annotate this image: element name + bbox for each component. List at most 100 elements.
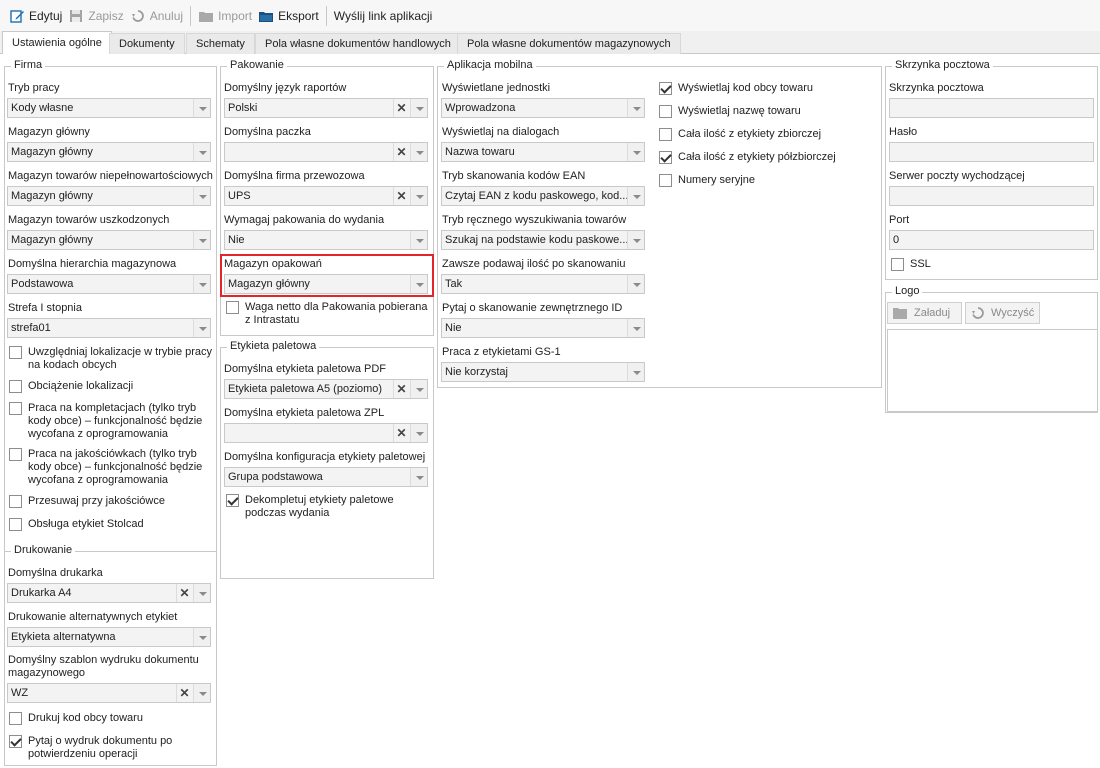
import-button[interactable]: Import xyxy=(195,4,255,28)
show-foreign-code-checkbox[interactable]: Wyświetlaj kod obcy towaru xyxy=(659,82,813,95)
chevron-down-icon[interactable] xyxy=(627,187,644,205)
clear-icon[interactable]: ✕ xyxy=(393,99,409,117)
clear-icon[interactable]: ✕ xyxy=(393,143,409,161)
chevron-down-icon[interactable] xyxy=(193,275,210,293)
checkbox[interactable] xyxy=(226,301,239,314)
units-combo[interactable]: Wprowadzona xyxy=(441,98,645,118)
chevron-down-icon[interactable] xyxy=(410,99,427,117)
hierarchy-combo[interactable]: Podstawowa xyxy=(7,274,211,294)
whole-qty-collective-checkbox[interactable]: Cała ilość z etykiety zbiorczej xyxy=(659,128,821,141)
main-warehouse-combo[interactable]: Magazyn główny xyxy=(7,142,211,162)
print-foreign-code-checkbox[interactable]: Drukuj kod obcy towaru xyxy=(9,712,214,725)
carrier-combo[interactable]: UPS ✕ xyxy=(224,186,428,206)
dialogs-combo[interactable]: Nazwa towaru xyxy=(441,142,645,162)
checkbox[interactable] xyxy=(9,518,22,531)
chevron-down-icon[interactable] xyxy=(193,684,210,702)
checkbox[interactable] xyxy=(9,735,22,748)
pallet-pdf-combo[interactable]: Etykieta paletowa A5 (poziomo) ✕ xyxy=(224,379,428,399)
chevron-down-icon[interactable] xyxy=(627,99,644,117)
kompletacje-checkbox[interactable]: Praca na kompletacjach (tylko tryb kody … xyxy=(9,402,214,441)
checkbox[interactable] xyxy=(9,346,22,359)
clear-icon[interactable]: ✕ xyxy=(393,187,409,205)
chevron-down-icon[interactable] xyxy=(193,231,210,249)
checkbox[interactable] xyxy=(9,402,22,415)
locations-codes-checkbox[interactable]: Uwzględniaj lokalizacje w trybie pracy n… xyxy=(9,346,214,372)
checkbox[interactable] xyxy=(659,82,672,95)
clear-icon[interactable]: ✕ xyxy=(393,380,409,398)
external-id-combo[interactable]: Nie xyxy=(441,318,645,338)
work-mode-combo[interactable]: Kody własne xyxy=(7,98,211,118)
checkbox[interactable] xyxy=(9,495,22,508)
ask-print-checkbox[interactable]: Pytaj o wydruk dokumentu po potwierdzeni… xyxy=(9,735,214,761)
chevron-down-icon[interactable] xyxy=(193,628,210,646)
always-qty-combo[interactable]: Tak xyxy=(441,274,645,294)
cancel-button[interactable]: Anuluj xyxy=(127,4,186,28)
print-template-combo[interactable]: WZ ✕ xyxy=(7,683,211,703)
gs1-combo[interactable]: Nie korzystaj xyxy=(441,362,645,382)
chevron-down-icon[interactable] xyxy=(627,319,644,337)
logo-preview[interactable] xyxy=(887,329,1098,412)
checkbox[interactable] xyxy=(891,258,904,271)
printer-combo[interactable]: Drukarka A4 ✕ xyxy=(7,583,211,603)
chevron-down-icon[interactable] xyxy=(410,231,427,249)
defective-warehouse-combo[interactable]: Magazyn główny xyxy=(7,186,211,206)
jakosciowki-checkbox[interactable]: Praca na jakościówkach (tylko tryb kody … xyxy=(9,448,214,487)
chevron-down-icon[interactable] xyxy=(410,187,427,205)
report-language-combo[interactable]: Polski ✕ xyxy=(224,98,428,118)
checkbox[interactable] xyxy=(659,151,672,164)
move-quality-checkbox[interactable]: Przesuwaj przy jakościówce xyxy=(9,495,214,508)
tab-general-settings[interactable]: Ustawienia ogólne xyxy=(2,31,112,55)
net-weight-checkbox[interactable]: Waga netto dla Pakowania pobierana z Int… xyxy=(226,301,431,327)
decomplete-checkbox[interactable]: Dekompletuj etykiety paletowe podczas wy… xyxy=(226,494,421,520)
pallet-zpl-combo[interactable]: ✕ xyxy=(224,423,428,443)
checkbox[interactable] xyxy=(9,448,22,461)
password-input[interactable] xyxy=(889,142,1094,162)
default-package-combo[interactable]: ✕ xyxy=(224,142,428,162)
chevron-down-icon[interactable] xyxy=(410,380,427,398)
chevron-down-icon[interactable] xyxy=(193,99,210,117)
stolcad-checkbox[interactable]: Obsługa etykiet Stolcad xyxy=(9,518,214,531)
export-button[interactable]: Eksport xyxy=(255,4,322,28)
checkbox[interactable] xyxy=(659,128,672,141)
checkbox[interactable] xyxy=(9,712,22,725)
chevron-down-icon[interactable] xyxy=(193,584,210,602)
port-input[interactable]: 0 xyxy=(889,230,1094,250)
save-button[interactable]: Zapisz xyxy=(65,4,126,28)
require-packing-combo[interactable]: Nie xyxy=(224,230,428,250)
chevron-down-icon[interactable] xyxy=(627,363,644,381)
checkbox[interactable] xyxy=(226,494,239,507)
pallet-config-combo[interactable]: Grupa podstawowa xyxy=(224,467,428,487)
tab-schemes[interactable]: Schematy xyxy=(186,33,255,54)
chevron-down-icon[interactable] xyxy=(410,143,427,161)
chevron-down-icon[interactable] xyxy=(627,275,644,293)
mailbox-input[interactable] xyxy=(889,98,1094,118)
location-load-checkbox[interactable]: Obciążenie lokalizacji xyxy=(9,380,214,393)
clear-icon[interactable]: ✕ xyxy=(176,684,192,702)
ean-mode-combo[interactable]: Czytaj EAN z kodu paskowego, kod... xyxy=(441,186,645,206)
chevron-down-icon[interactable] xyxy=(193,143,210,161)
alt-labels-combo[interactable]: Etykieta alternatywna xyxy=(7,627,211,647)
serial-numbers-checkbox[interactable]: Numery seryjne xyxy=(659,174,755,187)
clear-icon[interactable]: ✕ xyxy=(176,584,192,602)
checkbox[interactable] xyxy=(9,380,22,393)
checkbox[interactable] xyxy=(659,105,672,118)
chevron-down-icon[interactable] xyxy=(410,468,427,486)
packaging-warehouse-combo[interactable]: Magazyn główny xyxy=(224,274,428,294)
clear-logo-button[interactable]: Wyczyść xyxy=(965,302,1040,324)
zone-combo[interactable]: strefa01 xyxy=(7,318,211,338)
tab-documents[interactable]: Dokumenty xyxy=(109,33,185,54)
edit-button[interactable]: Edytuj xyxy=(6,4,65,28)
ssl-checkbox[interactable]: SSL xyxy=(891,258,931,271)
chevron-down-icon[interactable] xyxy=(193,187,210,205)
tab-custom-fields-trade[interactable]: Pola własne dokumentów handlowych xyxy=(255,33,461,54)
load-logo-button[interactable]: Załaduj xyxy=(887,302,962,324)
chevron-down-icon[interactable] xyxy=(410,424,427,442)
smtp-server-input[interactable] xyxy=(889,186,1094,206)
clear-icon[interactable]: ✕ xyxy=(393,424,409,442)
whole-qty-semicollective-checkbox[interactable]: Cała ilość z etykiety półzbiorczej xyxy=(659,151,836,164)
chevron-down-icon[interactable] xyxy=(627,143,644,161)
tab-custom-fields-warehouse[interactable]: Pola własne dokumentów magazynowych xyxy=(457,33,681,54)
send-link-button[interactable]: Wyślij link aplikacji xyxy=(331,4,436,28)
manual-search-combo[interactable]: Szukaj na podstawie kodu paskowe... xyxy=(441,230,645,250)
show-name-checkbox[interactable]: Wyświetlaj nazwę towaru xyxy=(659,105,801,118)
